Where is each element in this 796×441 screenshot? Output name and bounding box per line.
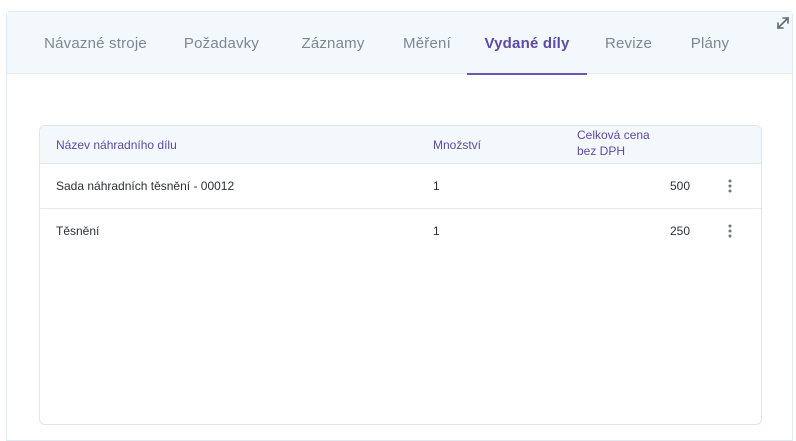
tab-vydane-dily[interactable]: Vydané díly [467, 12, 587, 75]
column-header-quantity[interactable]: Množství [433, 137, 481, 153]
part-name-cell: Sada náhradních těsnění - 00012 [56, 179, 235, 193]
column-header-price-line2: bez DPH [577, 144, 626, 158]
tab-navazne-stroje[interactable]: Návazné stroje [25, 12, 166, 74]
more-vertical-icon[interactable] [722, 223, 738, 239]
table-header: Název náhradního dílu Množství Celková c… [40, 126, 761, 164]
price-cell: 500 [669, 179, 690, 193]
quantity-cell: 1 [433, 179, 440, 193]
tab-pozadavky[interactable]: Požadavky [166, 12, 277, 74]
tab-label: Vydané díly [484, 34, 570, 52]
part-name-cell: Těsnění [56, 224, 100, 238]
table-row[interactable]: Sada náhradních těsnění - 00012 1 500 [40, 164, 761, 209]
expand-arrows-icon[interactable] [775, 15, 791, 31]
table-row[interactable]: Těsnění 1 250 [40, 209, 761, 254]
detail-card: Návazné stroje Požadavky Záznamy Měření … [6, 11, 793, 441]
tab-label: Revize [604, 34, 653, 52]
quantity-cell: 1 [433, 224, 440, 238]
column-header-name[interactable]: Název náhradního dílu [56, 137, 177, 153]
tab-label: Plány [690, 34, 730, 52]
column-header-price[interactable]: Celková cena bez DPH [577, 127, 650, 159]
tab-indicator [467, 73, 587, 75]
column-header-price-line1: Celková cena [577, 128, 650, 142]
tab-label: Návazné stroje [44, 34, 147, 52]
tab-bar: Návazné stroje Požadavky Záznamy Měření … [7, 12, 792, 75]
price-cell: 250 [669, 224, 690, 238]
tab-label: Požadavky [183, 34, 260, 52]
tab-plany[interactable]: Plány [670, 12, 750, 74]
tab-zaznamy[interactable]: Záznamy [280, 12, 386, 74]
tab-mereni[interactable]: Měření [386, 12, 468, 74]
tab-label: Záznamy [301, 34, 365, 52]
tab-revize[interactable]: Revize [587, 12, 670, 74]
spare-parts-table: Název náhradního dílu Množství Celková c… [39, 125, 762, 425]
more-vertical-icon[interactable] [722, 178, 738, 194]
tab-label: Měření [403, 34, 451, 52]
